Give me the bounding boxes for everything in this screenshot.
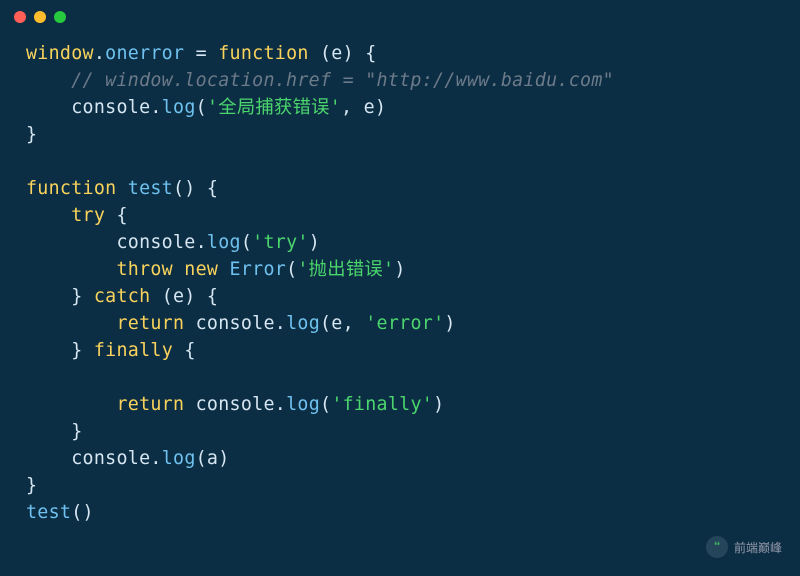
code-line: function test() { — [26, 178, 218, 199]
window-titlebar — [0, 0, 800, 34]
token-keyword: window — [26, 43, 94, 64]
code-block: window.onerror = function (e) { // windo… — [0, 34, 800, 546]
token-string: '全局捕获错误' — [207, 97, 341, 118]
code-line: } — [26, 475, 37, 496]
code-line: return console.log(e, 'error') — [26, 313, 456, 334]
minimize-icon[interactable] — [34, 11, 46, 23]
close-icon[interactable] — [14, 11, 26, 23]
code-line: test() — [26, 502, 94, 523]
watermark-icon: ❝ — [706, 536, 728, 558]
code-line: window.onerror = function (e) { — [26, 43, 377, 64]
code-line: return console.log('finally') — [26, 394, 444, 415]
code-line: } finally { — [26, 340, 196, 361]
code-line: // window.location.href = "http://www.ba… — [26, 70, 614, 91]
token-function: onerror — [105, 43, 184, 64]
watermark-text: 前端巅峰 — [734, 539, 782, 556]
code-line: console.log('全局捕获错误', e) — [26, 97, 386, 118]
code-line: } catch (e) { — [26, 286, 218, 307]
code-line: console.log('try') — [26, 232, 320, 253]
watermark: ❝ 前端巅峰 — [706, 536, 782, 558]
maximize-icon[interactable] — [54, 11, 66, 23]
code-line: } — [26, 421, 83, 442]
code-line: } — [26, 124, 37, 145]
code-line: try { — [26, 205, 128, 226]
code-window: window.onerror = function (e) { // windo… — [0, 0, 800, 576]
token-comment: // window.location.href = "http://www.ba… — [71, 70, 614, 91]
code-line: throw new Error('抛出错误') — [26, 259, 406, 280]
code-line: console.log(a) — [26, 448, 230, 469]
